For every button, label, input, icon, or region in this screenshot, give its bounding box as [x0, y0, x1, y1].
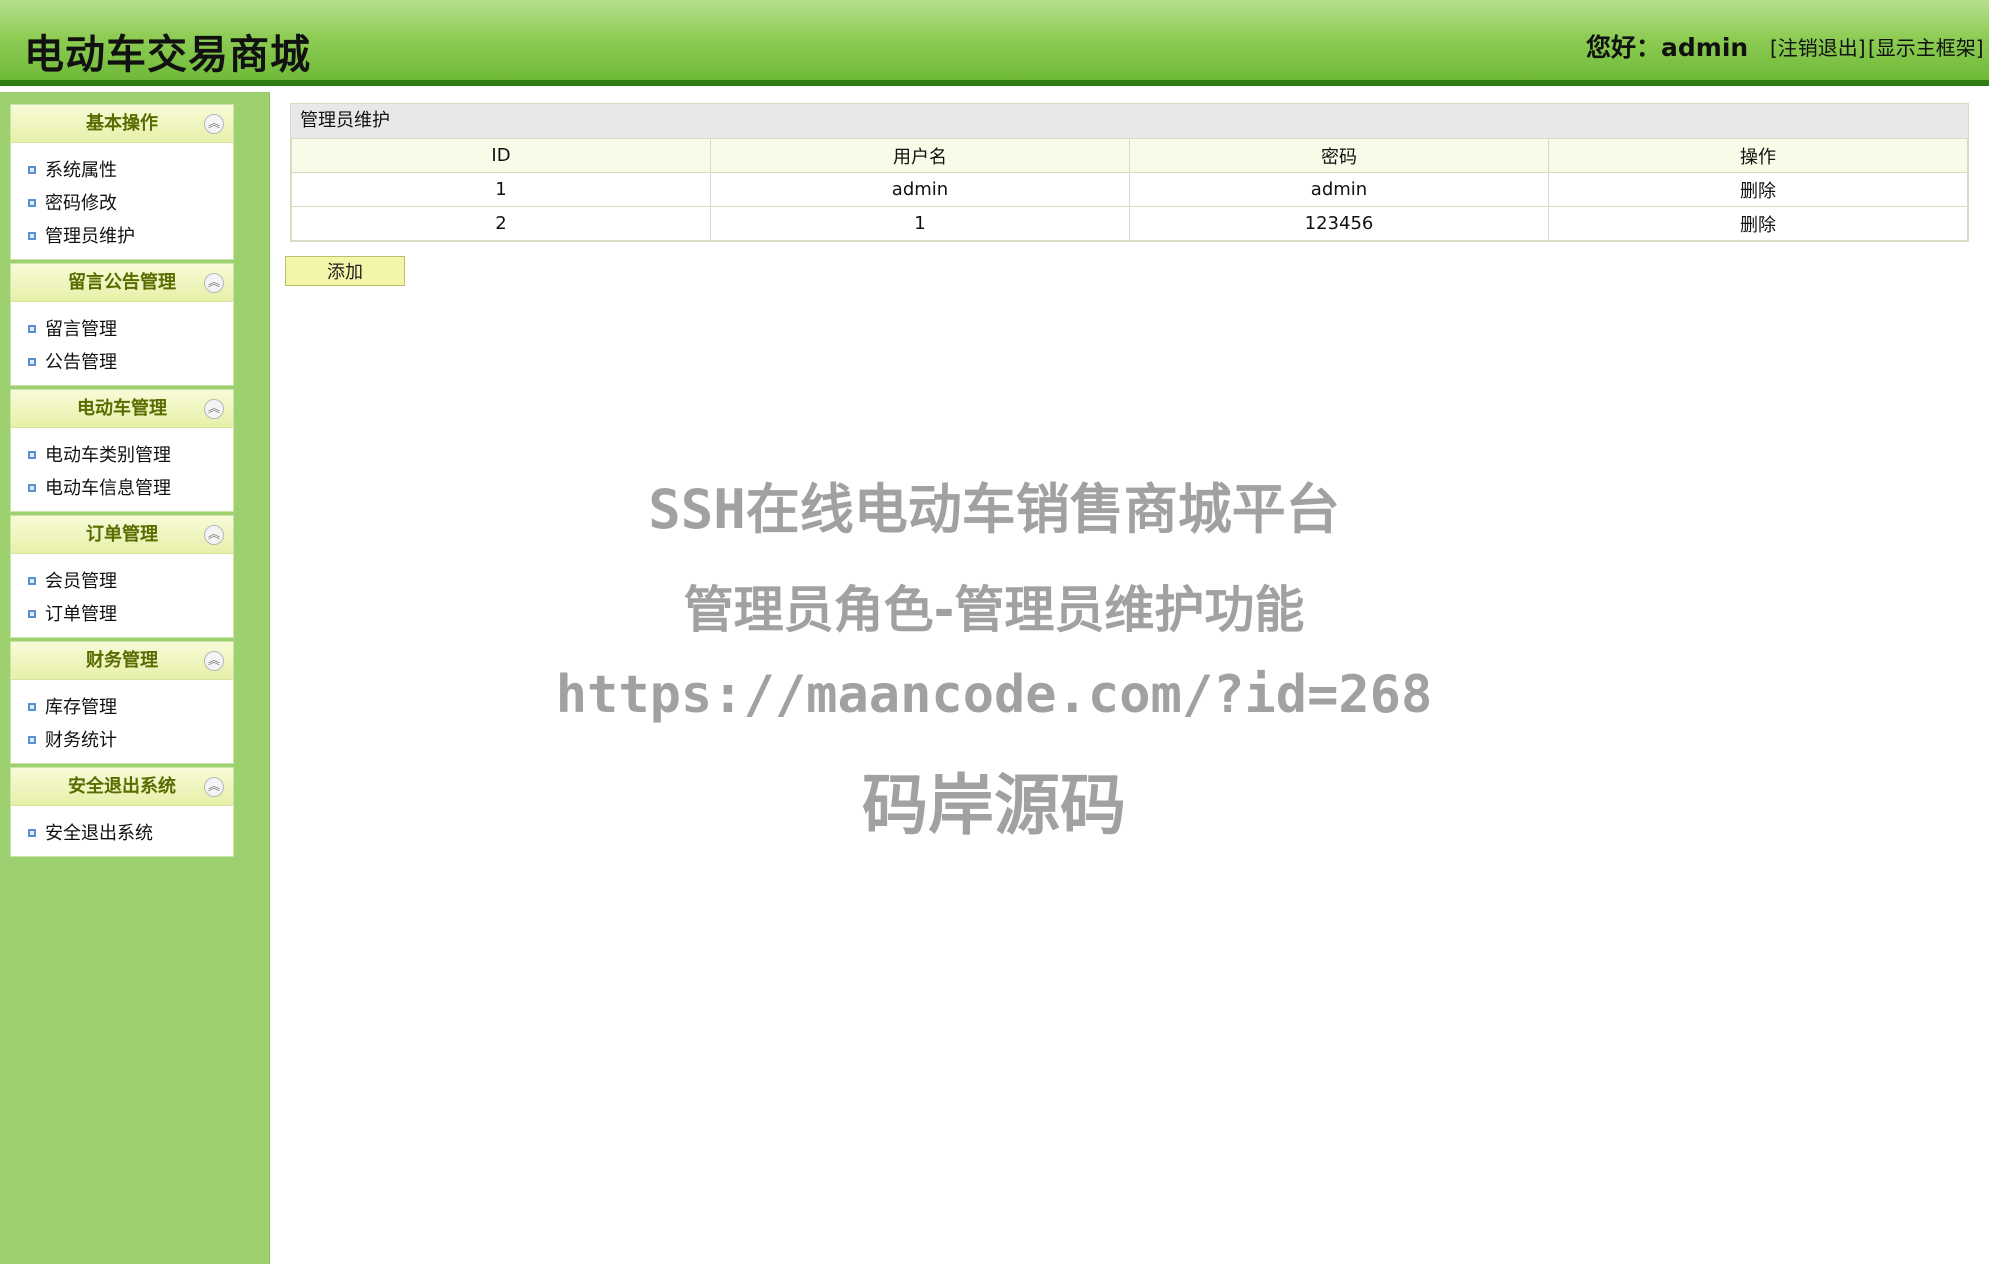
show-main-frame-link[interactable]: [显示主框架]	[1868, 32, 1984, 61]
sidebar-section-exit: 安全退出系统 ︽ 安全退出系统	[10, 767, 234, 857]
collapse-up-icon[interactable]: ︽	[204, 399, 224, 419]
watermark-subtitle: 管理员角色-管理员维护功能	[683, 581, 1305, 639]
sidebar-section-header[interactable]: 订单管理 ︽	[11, 516, 233, 554]
bullet-icon	[28, 325, 36, 333]
sidebar-item-notice-management[interactable]: 公告管理	[11, 346, 233, 379]
delete-link[interactable]: 删除	[1740, 181, 1776, 202]
bullet-icon	[28, 166, 36, 174]
sidebar-item-label: 留言管理	[45, 319, 117, 340]
sidebar-section-title: 财务管理	[86, 650, 158, 671]
admin-maintenance-panel: 管理员维护 ID 用户名 密码 操作 1 admin admin 删除 2 1 …	[290, 103, 1969, 242]
sidebar-item-inventory[interactable]: 库存管理	[11, 691, 233, 724]
sidebar-item-label: 电动车信息管理	[45, 478, 171, 499]
sidebar-item-order-management[interactable]: 订单管理	[11, 598, 233, 631]
admin-table: ID 用户名 密码 操作 1 admin admin 删除 2 1 123456…	[291, 138, 1968, 241]
column-header-password: 密码	[1129, 138, 1549, 173]
cell-password: admin	[1129, 172, 1549, 207]
sidebar-item-change-password[interactable]: 密码修改	[11, 187, 233, 220]
collapse-up-icon[interactable]: ︽	[204, 525, 224, 545]
sidebar-section-title: 基本操作	[86, 113, 158, 134]
table-row: 1 admin admin 删除	[291, 172, 1968, 207]
sidebar-section-header[interactable]: 财务管理 ︽	[11, 642, 233, 680]
sidebar-item-label: 电动车类别管理	[45, 445, 171, 466]
sidebar-item-label: 订单管理	[45, 604, 117, 625]
column-header-action: 操作	[1548, 138, 1968, 173]
sidebar-section-title: 留言公告管理	[68, 272, 176, 293]
sidebar-section-header[interactable]: 电动车管理 ︽	[11, 390, 233, 428]
cell-username: admin	[710, 172, 1130, 207]
column-header-id: ID	[291, 138, 711, 173]
delete-link[interactable]: 删除	[1740, 215, 1776, 236]
bullet-icon	[28, 703, 36, 711]
sidebar-section-title: 订单管理	[86, 524, 158, 545]
watermark-brand: 码岸源码	[862, 767, 1126, 844]
sidebar-item-label: 会员管理	[45, 571, 117, 592]
bullet-icon	[28, 199, 36, 207]
bullet-icon	[28, 451, 36, 459]
user-greeting: 您好：admin	[1586, 33, 1749, 62]
sidebar-section-title: 电动车管理	[77, 398, 167, 419]
sidebar-section-finance: 财务管理 ︽ 库存管理 财务统计	[10, 641, 234, 764]
bullet-icon	[28, 232, 36, 240]
bullet-icon	[28, 577, 36, 585]
sidebar-item-label: 管理员维护	[45, 226, 135, 247]
sidebar-section-header[interactable]: 安全退出系统 ︽	[11, 768, 233, 806]
bullet-icon	[28, 610, 36, 618]
cell-action: 删除	[1548, 172, 1968, 207]
bullet-icon	[28, 484, 36, 492]
panel-caption: 管理员维护	[291, 104, 1968, 138]
logout-link[interactable]: [注销退出]	[1770, 32, 1866, 61]
sidebar-item-label: 库存管理	[45, 697, 117, 718]
sidebar-item-safe-exit[interactable]: 安全退出系统	[11, 817, 233, 850]
bullet-icon	[28, 829, 36, 837]
sidebar-item-member-management[interactable]: 会员管理	[11, 565, 233, 598]
cell-id: 2	[291, 206, 711, 241]
collapse-up-icon[interactable]: ︽	[204, 777, 224, 797]
sidebar-section-header[interactable]: 基本操作 ︽	[11, 105, 233, 143]
add-button[interactable]: 添加	[285, 256, 405, 286]
top-header: 电动车交易商城 您好：admin [注销退出] [显示主框架]	[0, 0, 1989, 86]
sidebar-item-finance-stats[interactable]: 财务统计	[11, 724, 233, 757]
app-title: 电动车交易商城	[24, 32, 311, 78]
cell-password: 123456	[1129, 206, 1549, 241]
sidebar-section-title: 安全退出系统	[68, 776, 176, 797]
sidebar-section-orders: 订单管理 ︽ 会员管理 订单管理	[10, 515, 234, 638]
cell-id: 1	[291, 172, 711, 207]
sidebar-item-label: 密码修改	[45, 193, 117, 214]
table-header-row: ID 用户名 密码 操作	[291, 138, 1968, 173]
sidebar-item-label: 财务统计	[45, 730, 117, 751]
column-header-username: 用户名	[710, 138, 1130, 173]
bullet-icon	[28, 736, 36, 744]
collapse-up-icon[interactable]: ︽	[204, 114, 224, 134]
bullet-icon	[28, 358, 36, 366]
sidebar-item-ebike-category[interactable]: 电动车类别管理	[11, 439, 233, 472]
cell-action: 删除	[1548, 206, 1968, 241]
collapse-up-icon[interactable]: ︽	[204, 651, 224, 671]
collapse-up-icon[interactable]: ︽	[204, 273, 224, 293]
watermark-url: https://maancode.com/?id=268	[555, 665, 1433, 725]
sidebar-item-message-management[interactable]: 留言管理	[11, 313, 233, 346]
watermark-title: SSH在线电动车销售商城平台	[648, 478, 1340, 541]
sidebar-item-label: 系统属性	[45, 160, 117, 181]
sidebar-section-ebike: 电动车管理 ︽ 电动车类别管理 电动车信息管理	[10, 389, 234, 512]
sidebar-item-admin-maintenance[interactable]: 管理员维护	[11, 220, 233, 253]
sidebar-item-ebike-info[interactable]: 电动车信息管理	[11, 472, 233, 505]
sidebar-section-basic: 基本操作 ︽ 系统属性 密码修改 管理员维护	[10, 104, 234, 260]
cell-username: 1	[710, 206, 1130, 241]
sidebar-item-label: 安全退出系统	[45, 823, 153, 844]
sidebar: 基本操作 ︽ 系统属性 密码修改 管理员维护 留言公告管理 ︽ 留言管理 公告管…	[0, 92, 270, 1264]
sidebar-item-system-properties[interactable]: 系统属性	[11, 154, 233, 187]
sidebar-section-header[interactable]: 留言公告管理 ︽	[11, 264, 233, 302]
table-row: 2 1 123456 删除	[291, 206, 1968, 241]
sidebar-section-messages: 留言公告管理 ︽ 留言管理 公告管理	[10, 263, 234, 386]
sidebar-item-label: 公告管理	[45, 352, 117, 373]
